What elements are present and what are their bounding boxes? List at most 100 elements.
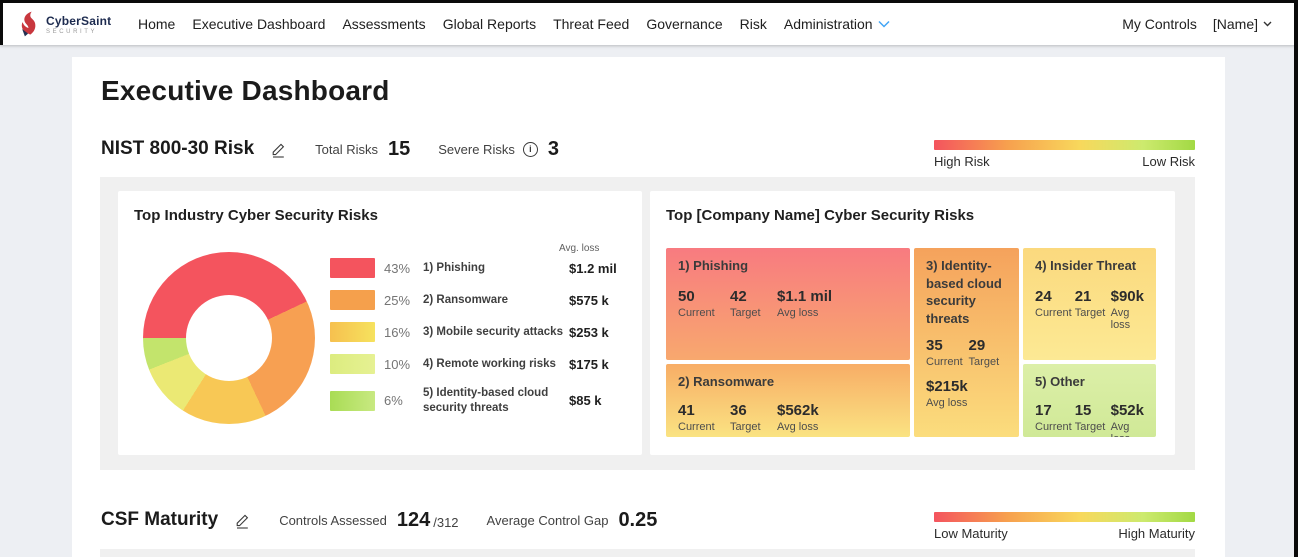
risk-charts-strip: Top Industry Cyber Security Risks Avg. l…	[100, 177, 1195, 470]
tile-avg-loss-value: $90k	[1110, 287, 1144, 305]
total-risks-label: Total Risks	[315, 141, 378, 157]
nav-item-administration[interactable]: Administration	[784, 16, 890, 32]
avg-control-gap-label: Average Control Gap	[486, 512, 609, 528]
tile-target-value: 21	[1074, 287, 1092, 305]
legend-avg-loss: $1.2 mil	[569, 260, 617, 276]
nav-item-executive-dashboard[interactable]: Executive Dashboard	[192, 16, 325, 32]
tile-current-label: Current	[926, 356, 963, 369]
industry-donut-chart[interactable]	[143, 252, 315, 424]
edit-csf-button[interactable]	[234, 512, 251, 529]
nav-menu: Home Executive Dashboard Assessments Glo…	[138, 16, 890, 32]
csf-scale-gradient-bar	[934, 512, 1195, 522]
tile-current-label: Current	[678, 306, 715, 319]
brand-logo-block[interactable]: CyberSaint SECURITY	[18, 10, 118, 38]
window-right-edge	[1294, 0, 1298, 557]
nav-item-administration-label: Administration	[783, 16, 873, 32]
legend-pct: 10%	[384, 356, 411, 372]
legend-label: 5) Identity-based cloud security threats	[423, 387, 549, 414]
total-risks-value: 15	[388, 137, 411, 160]
legend-row: 6% 5) Identity-based cloud security thre…	[330, 386, 630, 416]
tile-avg-loss-value: $1.1 mil	[777, 287, 833, 305]
risk-tile-other[interactable]: 5) Other 17Current 15Target $52kAvg loss	[1023, 364, 1156, 437]
risk-scale-gradient-bar	[934, 140, 1195, 150]
avg-loss-column-header: Avg. loss	[559, 243, 600, 254]
legend-swatch-phishing	[330, 258, 375, 278]
nav-right: My Controls [Name]	[1122, 16, 1298, 32]
csf-section-title: CSF Maturity	[101, 509, 219, 530]
pencil-icon	[236, 514, 249, 529]
edit-risk-button[interactable]	[270, 141, 287, 158]
tile-avg-loss-value: $52k	[1110, 401, 1144, 419]
csf-scale-left-label: Low Maturity	[934, 526, 1008, 541]
tile-avg-loss-label: Avg loss	[777, 306, 819, 319]
industry-legend: 43% 1) Phishing $1.2 mil 25% 2) Ransomwa…	[330, 258, 630, 428]
tile-target-label: Target	[1074, 306, 1106, 319]
csf-scale: Low Maturity High Maturity	[934, 512, 1195, 541]
risk-tile-insider-threat[interactable]: 4) Insider Threat 24 Current 21 Target $90…	[1023, 248, 1156, 360]
legend-avg-loss: $85 k	[569, 393, 602, 409]
tile-target-label: Target	[730, 420, 761, 433]
legend-label: 2) Ransomware	[423, 293, 509, 306]
pencil-icon	[272, 143, 285, 158]
legend-pct: 43%	[384, 260, 411, 276]
industry-risks-card: Top Industry Cyber Security Risks Avg. l…	[118, 191, 642, 455]
legend-avg-loss: $175 k	[569, 356, 609, 372]
user-menu[interactable]: [Name]	[1213, 16, 1272, 32]
chevron-down-icon	[878, 20, 890, 28]
legend-row: 43% 1) Phishing $1.2 mil	[330, 258, 630, 278]
tile-current-label: Current	[1035, 306, 1072, 319]
brand-name: CyberSaint	[46, 13, 112, 28]
legend-label: 1) Phishing	[423, 261, 485, 274]
company-card-title: Top [Company Name] Cyber Security Risks	[666, 207, 975, 224]
tile-current-value: 50	[678, 287, 695, 305]
cybersaint-logo-icon	[21, 11, 36, 37]
tile-avg-loss-label: Avg loss	[1110, 420, 1131, 437]
csf-scale-right-label: High Maturity	[1118, 526, 1195, 541]
tile-avg-loss-label: Avg loss	[926, 397, 968, 410]
csf-charts-strip	[100, 549, 1195, 557]
legend-pct: 16%	[384, 324, 411, 340]
nav-item-governance[interactable]: Governance	[646, 16, 722, 32]
tile-current-label: Current	[678, 420, 715, 433]
info-icon[interactable]	[522, 141, 538, 157]
user-name: [Name]	[1212, 16, 1258, 32]
tile-target-value: 15	[1074, 401, 1092, 419]
tile-target-value: 42	[730, 287, 747, 305]
risk-section-title: NIST 800-30 Risk	[101, 138, 255, 159]
risk-scale-left-label: High Risk	[934, 154, 990, 169]
tile-avg-loss-value: $215k	[926, 378, 968, 396]
risk-section-header: NIST 800-30 Risk Total Risks 15 Severe R…	[101, 135, 559, 163]
risk-tile-phishing[interactable]: 1) Phishing 50 Current 42 Target $1.1 mil A…	[666, 248, 910, 360]
nav-item-my-controls[interactable]: My Controls	[1122, 16, 1197, 32]
legend-row: 10% 4) Remote working risks $175 k	[330, 354, 630, 374]
tile-title: 2) Ransomware	[678, 374, 775, 389]
tile-title: 4) Insider Threat	[1035, 258, 1137, 273]
tile-avg-loss-label: Avg loss	[1110, 306, 1131, 331]
controls-assessed-label: Controls Assessed	[279, 512, 387, 528]
window-left-edge	[0, 0, 3, 45]
tile-title: 1) Phishing	[678, 258, 749, 273]
legend-swatch-mobile	[330, 322, 375, 342]
nav-item-threat-feed[interactable]: Threat Feed	[553, 16, 629, 32]
nav-item-global-reports[interactable]: Global Reports	[443, 16, 536, 32]
tile-target-label: Target	[730, 306, 761, 319]
company-risk-treemap: 1) Phishing 50 Current 42 Target $1.1 mil A…	[666, 248, 1156, 437]
nav-item-risk[interactable]: Risk	[740, 16, 767, 32]
risk-tile-identity-cloud[interactable]: 3) Identity-based cloud security threats…	[914, 248, 1019, 437]
nav-item-home[interactable]: Home	[138, 16, 175, 32]
legend-avg-loss: $253 k	[569, 324, 609, 340]
tile-current-label: Current	[1035, 420, 1072, 433]
risk-tile-ransomware[interactable]: 2) Ransomware 41 Current 36 Target $562k Av…	[666, 364, 910, 437]
industry-card-title: Top Industry Cyber Security Risks	[134, 207, 378, 224]
main-panel: Executive Dashboard NIST 800-30 Risk Tot…	[72, 57, 1225, 557]
csf-section-header: CSF Maturity Controls Assessed 124 /312 …	[101, 506, 657, 534]
avg-control-gap-value: 0.25	[618, 508, 658, 531]
legend-swatch-identity-cloud	[330, 390, 375, 411]
tile-target-label: Target	[1074, 420, 1106, 433]
tile-target-label: Target	[968, 356, 1000, 369]
nav-item-assessments[interactable]: Assessments	[342, 16, 425, 32]
tile-target-value: 29	[968, 337, 986, 355]
controls-assessed-value: 124	[396, 508, 431, 531]
legend-pct: 25%	[384, 292, 411, 308]
tile-current-value: 24	[1035, 287, 1052, 305]
